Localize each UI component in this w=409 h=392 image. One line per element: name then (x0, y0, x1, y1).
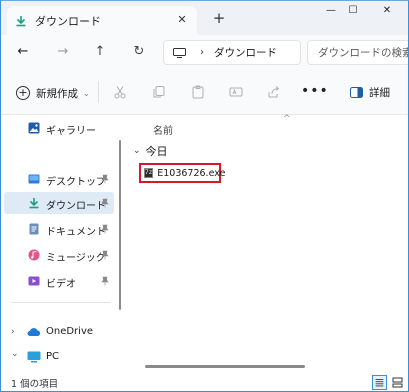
copy-icon[interactable] (152, 85, 166, 99)
sidebar-item-gallery[interactable]: ギャラリー (1, 117, 115, 139)
7zip-file-icon: 7z (144, 168, 154, 178)
sidebar-item-downloads[interactable]: ダウンロード (4, 192, 114, 214)
sidebar-item-label: ギャラリー (46, 126, 96, 137)
more-options-button[interactable]: ••• (301, 83, 329, 99)
pin-icon[interactable] (101, 224, 109, 234)
breadcrumb-chevron-icon[interactable]: › (200, 47, 204, 58)
file-name: E1036726.exe (157, 167, 226, 179)
forward-button[interactable]: → (55, 44, 71, 60)
details-view-icon[interactable] (372, 375, 387, 390)
command-bar: + 新規作成 ⌄ ••• 詳細 (1, 69, 408, 115)
column-header-name[interactable]: 名前 (153, 122, 173, 137)
up-button[interactable]: ↑ (92, 44, 108, 60)
music-icon (28, 249, 40, 261)
video-icon (28, 276, 40, 286)
sidebar-item-label: ドキュメント (46, 227, 106, 238)
new-button-label: 新規作成 (36, 87, 78, 100)
sidebar-item-label: デスクトップ (46, 177, 106, 188)
tab-strip: ダウンロード ✕ + — ☐ ✕ (1, 1, 408, 35)
pin-icon[interactable] (101, 276, 109, 286)
file-item[interactable]: 7z E1036726.exe (139, 163, 225, 183)
sidebar-item-music[interactable]: ミュージック (1, 244, 115, 266)
desktop-icon (28, 174, 40, 184)
chevron-down-icon: ⌄ (133, 146, 141, 156)
download-icon (16, 15, 26, 26)
details-pane-icon (350, 87, 363, 98)
maximize-button[interactable]: ☐ (341, 5, 365, 25)
search-input[interactable]: ダウンロードの検索 (307, 40, 409, 65)
file-list: ^ 名前 ⌄ 今日 7z E1036726.exe (121, 114, 408, 374)
new-button[interactable]: + 新規作成 ⌄ (16, 84, 90, 102)
chevron-down-icon: ⌄ (83, 88, 90, 98)
sidebar-divider (11, 302, 111, 303)
status-bar: 1 個の項目 (1, 374, 408, 391)
back-button[interactable]: ← (15, 44, 31, 60)
details-label: 詳細 (369, 87, 390, 99)
command-divider (98, 81, 99, 103)
pin-icon[interactable] (101, 250, 109, 260)
cut-icon[interactable] (113, 85, 127, 99)
sidebar-item-label: OneDrive (46, 326, 94, 337)
breadcrumb-downloads[interactable]: ダウンロード (214, 45, 277, 60)
rename-icon[interactable] (229, 85, 243, 99)
address-field[interactable]: › ダウンロード (163, 40, 301, 65)
tab-title: ダウンロード (35, 14, 101, 28)
document-icon (29, 223, 39, 235)
address-toolbar: ← → ↑ ↻ › ダウンロード ダウンロードの検索 (1, 35, 408, 69)
group-label: 今日 (145, 145, 168, 158)
new-tab-button[interactable]: + (211, 11, 227, 27)
pin-icon[interactable] (101, 198, 109, 208)
details-button[interactable]: 詳細 (350, 85, 390, 100)
sidebar-item-documents[interactable]: ドキュメント (1, 218, 115, 240)
search-placeholder: ダウンロードの検索 (318, 47, 409, 59)
minimize-button[interactable]: — (319, 5, 343, 25)
sidebar-item-label: PC (46, 351, 60, 362)
pc-icon (27, 351, 41, 363)
chevron-down-icon[interactable]: ⌄ (11, 349, 19, 359)
sidebar-item-label: ダウンロード (46, 201, 106, 212)
close-tab-icon[interactable]: ✕ (175, 13, 189, 27)
refresh-button[interactable]: ↻ (131, 44, 147, 60)
sidebar-item-label: ビデオ (46, 279, 76, 290)
sidebar-item-desktop[interactable]: デスクトップ (1, 168, 115, 190)
file-explorer-window: ダウンロード ✕ + — ☐ ✕ ← → ↑ ↻ › ダウンロード ダウンロード… (0, 0, 409, 392)
paste-icon[interactable] (191, 85, 205, 99)
plus-icon: + (16, 86, 30, 100)
sidebar-item-onedrive[interactable]: › OneDrive (1, 321, 115, 343)
onedrive-icon (27, 328, 41, 336)
chevron-right-icon[interactable]: › (11, 327, 15, 337)
sidebar-item-pc[interactable]: ⌄ PC (1, 346, 115, 368)
item-count: 1 個の項目 (11, 379, 59, 390)
tiles-view-icon[interactable] (390, 375, 405, 390)
gallery-icon (28, 122, 40, 134)
pin-icon[interactable] (101, 174, 109, 184)
sidebar-item-label: ミュージック (46, 253, 106, 264)
sort-caret-icon[interactable]: ^ (283, 114, 291, 124)
share-icon[interactable] (267, 85, 281, 99)
tab-downloads[interactable]: ダウンロード ✕ (7, 6, 197, 35)
navigation-pane: ギャラリー デスクトップ ダウンロード ドキュメント ミュージック ビデオ › … (1, 116, 121, 374)
sidebar-item-videos[interactable]: ビデオ (1, 270, 115, 292)
group-header-today[interactable]: ⌄ 今日 (133, 143, 168, 159)
download-icon (29, 198, 39, 209)
close-window-button[interactable]: ✕ (375, 5, 399, 25)
horizontal-scrollbar[interactable] (145, 365, 305, 368)
pc-icon (173, 47, 186, 58)
